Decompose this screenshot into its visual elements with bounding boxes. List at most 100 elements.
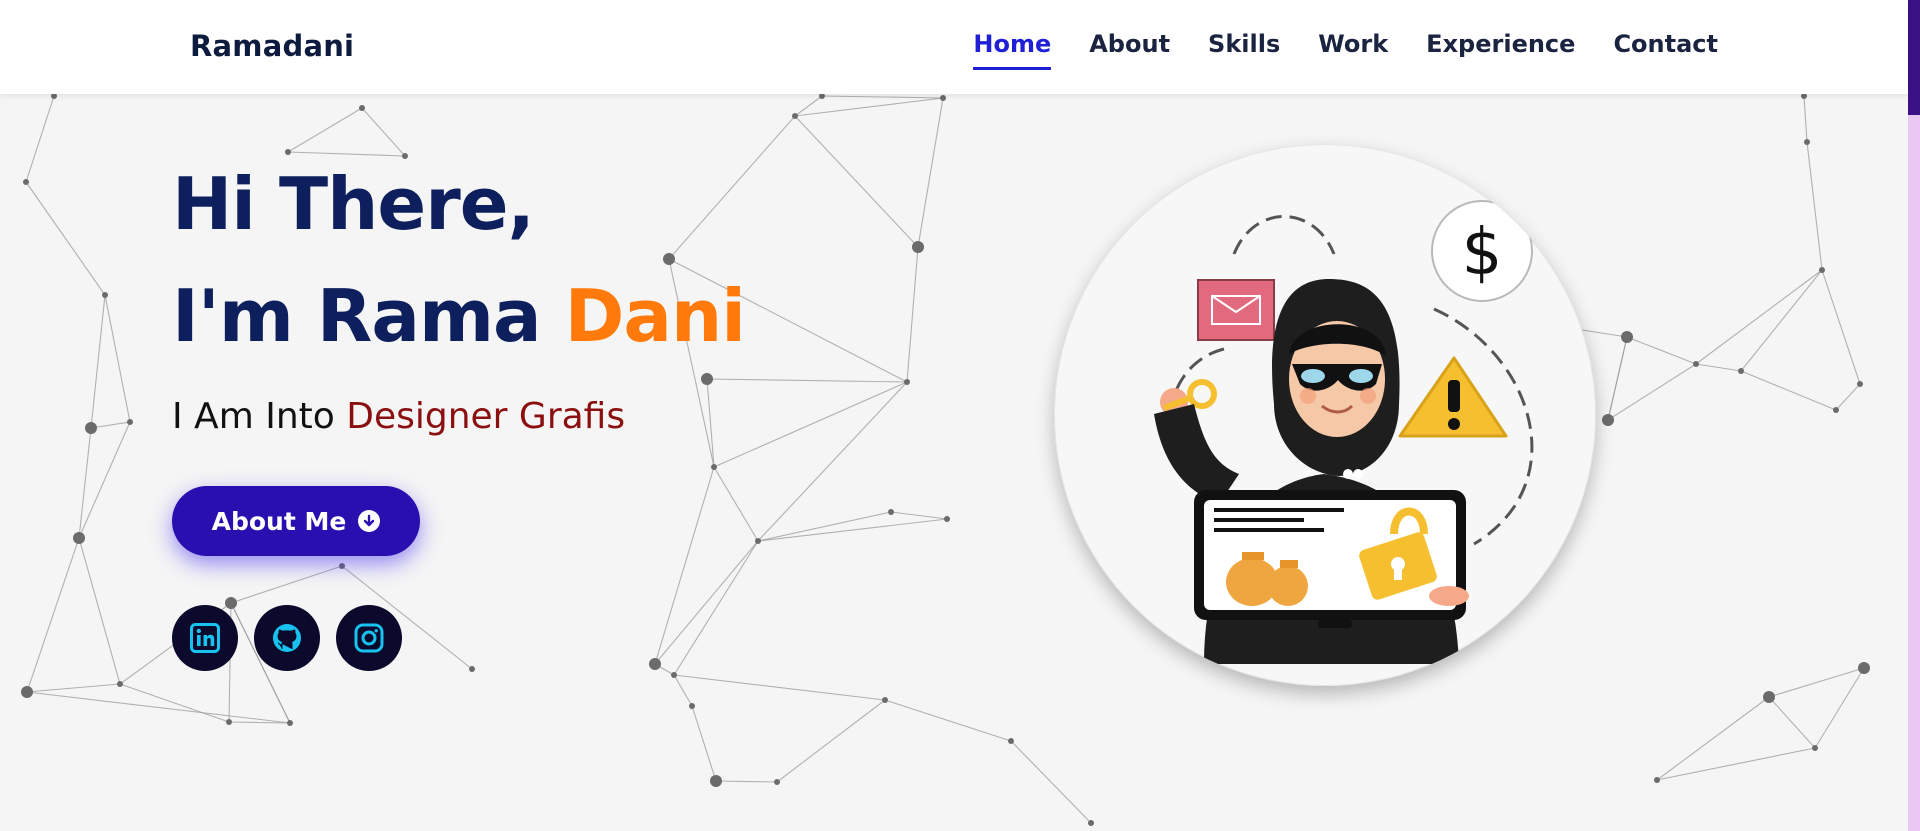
network-line [26,691,291,724]
network-line [673,540,759,676]
network-line [230,565,343,604]
network-node [1088,820,1094,826]
network-node [710,775,722,787]
nav-item-experience[interactable]: Experience [1426,30,1575,64]
network-line [78,537,121,685]
network-line [78,427,92,539]
network-line [776,699,886,783]
network-line [78,421,131,539]
network-node [888,509,894,515]
network-node [1763,691,1775,703]
network-line [25,181,106,296]
network-node [285,149,291,155]
nav-item-home[interactable]: Home [973,30,1051,70]
hero-subtitle: I Am Into Designer Grafis [172,396,745,437]
network-node [792,113,798,119]
network-line [794,115,919,248]
network-node [1693,361,1699,367]
nav-item-contact[interactable]: Contact [1613,30,1718,64]
network-line [90,294,106,429]
network-line [654,540,759,665]
about-me-label: About Me [211,506,347,536]
network-line [1656,696,1770,781]
social-links [172,605,402,671]
network-node [1812,745,1818,751]
network-line [821,95,944,99]
navbar: Ramadani Home About Skills Work Experien… [0,0,1908,94]
network-line [1835,383,1861,411]
nav-item-about[interactable]: About [1089,30,1170,64]
hero-name-accent: Dani [564,274,746,358]
network-node [85,422,97,434]
laptop-screen [1194,490,1466,628]
warning-icon [1398,356,1508,438]
network-node [226,719,232,725]
network-node [774,779,780,785]
nav-item-work[interactable]: Work [1318,30,1388,64]
network-node [21,686,33,698]
instagram-button[interactable] [336,605,402,671]
network-line [1806,141,1823,271]
network-line [287,107,363,153]
arrow-down-circle-icon [358,510,381,532]
network-node [1738,368,1744,374]
brand-logo[interactable]: Ramadani [190,29,354,63]
hero-greeting: Hi There, [172,162,535,246]
network-line [1656,747,1816,781]
network-line [715,780,778,783]
network-line [1740,370,1837,411]
network-line [1768,696,1816,749]
instagram-icon [354,623,384,653]
network-line [1626,336,1697,365]
network-node [755,538,761,544]
svg-text:$: $ [1462,216,1503,290]
subtitle-role: Designer Grafis [346,396,626,437]
network-node [689,703,695,709]
network-node [1819,267,1825,273]
network-node [402,153,408,159]
hero-intro: I'm Rama [172,274,542,358]
network-line [287,151,406,157]
network-line [654,466,715,665]
network-node [940,95,946,101]
scrollbar[interactable] [1908,0,1920,831]
network-node [469,666,475,672]
network-node [339,563,345,569]
about-me-button[interactable]: About Me [172,486,420,556]
github-icon [273,624,301,652]
network-node [1858,662,1870,674]
linkedin-icon [190,623,220,653]
network-line [884,699,1012,742]
network-node [127,419,133,425]
network-line [794,97,944,117]
network-line [1607,336,1628,421]
github-button[interactable] [254,605,320,671]
network-line [26,683,121,693]
hero-intro-line: I'm Rama Dani [172,280,746,352]
network-node [904,379,910,385]
network-line [26,537,80,693]
network-node [882,697,888,703]
network-node [649,658,661,670]
network-node [73,532,85,544]
network-line [1803,95,1808,143]
network-line [917,97,944,248]
network-node [23,179,29,185]
network-node [912,241,924,253]
network-line [1821,269,1861,385]
network-node [1654,777,1660,783]
scrollbar-thumb[interactable] [1908,0,1920,115]
network-line [1768,667,1865,698]
network-node [1857,381,1863,387]
linkedin-button[interactable] [172,605,238,671]
network-line [1695,363,1742,372]
network-node [359,105,365,111]
network-line [1010,740,1092,824]
network-node [287,720,293,726]
network-node [1602,414,1614,426]
hero-illustration: $ [1054,144,1596,686]
network-line [757,511,892,542]
nav-item-skills[interactable]: Skills [1208,30,1280,64]
network-node [102,292,108,298]
network-node [671,672,677,678]
